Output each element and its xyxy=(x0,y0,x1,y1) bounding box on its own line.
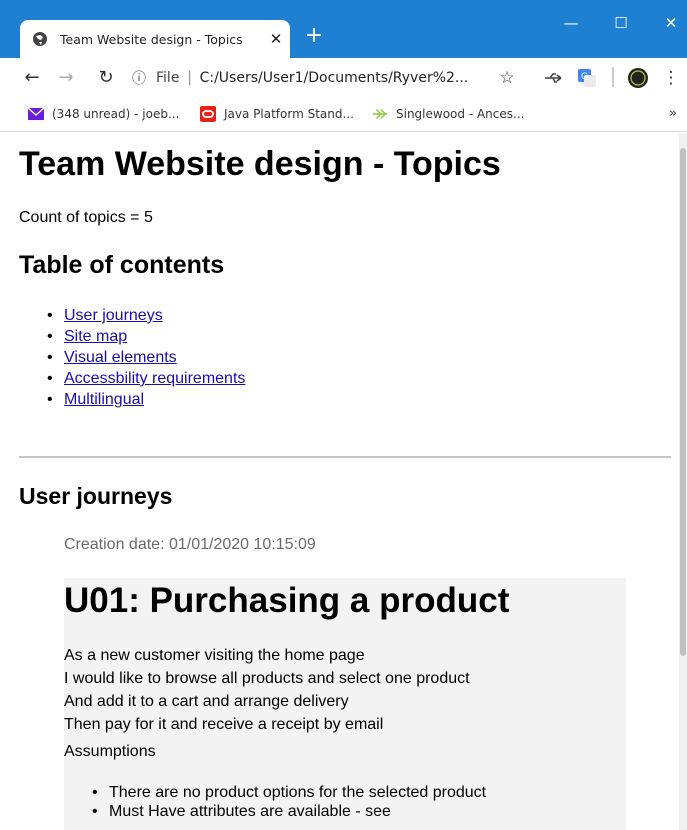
creation-date: Creation date: 01/01/2020 10:15:09 xyxy=(64,536,316,553)
oracle-icon xyxy=(200,106,216,122)
url-scheme: File xyxy=(156,70,180,86)
bookmark-item-mail[interactable]: (348 unread) - joeb... xyxy=(28,106,179,122)
browser-titlebar: Team Website design - Topics ✕ + — ☐ ✕ xyxy=(0,0,687,58)
toc-item: User journeys xyxy=(44,305,245,326)
address-bar[interactable]: ⓘ File | C:/Users/User1/Documents/Ryver%… xyxy=(128,64,528,92)
description-line: Then pay for it and receive a receipt by… xyxy=(64,716,384,733)
toc-link-site-map[interactable]: Site map xyxy=(64,328,127,345)
section-divider xyxy=(19,456,671,458)
toolbar-divider xyxy=(612,67,614,87)
topic-count: Count of topics = 5 xyxy=(19,209,153,226)
bookmark-item-java[interactable]: Java Platform Stand... xyxy=(200,106,354,122)
toc-item: Site map xyxy=(44,326,245,347)
toc-link-multilingual[interactable]: Multilingual xyxy=(64,391,144,408)
toc-item: Accessbility requirements xyxy=(44,368,245,389)
page-title: Team Website design - Topics xyxy=(19,145,501,183)
toc-link-accessibility[interactable]: Accessbility requirements xyxy=(64,370,245,387)
topic-card: U01: Purchasing a product As a new custo… xyxy=(64,578,626,830)
bookmark-label: Java Platform Stand... xyxy=(224,107,354,121)
toc-list: User journeys Site map Visual elements A… xyxy=(44,305,245,410)
scrollbar[interactable] xyxy=(679,133,687,830)
menu-kebab-icon[interactable]: ⋮ xyxy=(663,67,680,89)
toc-item: Visual elements xyxy=(44,347,245,368)
info-icon[interactable]: ⓘ xyxy=(128,68,150,88)
browser-toolbar: ← → ↻ ⓘ File | C:/Users/User1/Documents/… xyxy=(0,58,687,98)
scrollbar-thumb[interactable] xyxy=(680,148,686,656)
bookmarks-overflow-icon[interactable]: » xyxy=(669,106,677,121)
forward-button[interactable]: → xyxy=(52,64,80,92)
description-line: I would like to browse all products and … xyxy=(64,670,470,687)
assumption-item: There are no product options for the sel… xyxy=(89,783,486,802)
bookmark-item-ancestry[interactable]: Singlewood - Ances... xyxy=(372,106,524,122)
ancestry-icon xyxy=(372,106,388,122)
toc-link-user-journeys[interactable]: User journeys xyxy=(64,307,163,324)
reload-button[interactable]: ↻ xyxy=(92,64,120,92)
assumptions-label: Assumptions xyxy=(64,743,156,760)
description-line: And add it to a cart and arrange deliver… xyxy=(64,693,349,710)
bookmarks-bar: (348 unread) - joeb... Java Platform Sta… xyxy=(0,98,687,132)
svg-text:G: G xyxy=(581,72,588,82)
avatar[interactable] xyxy=(626,67,650,89)
browser-tab[interactable]: Team Website design - Topics ✕ xyxy=(20,20,290,58)
back-button[interactable]: ← xyxy=(18,64,46,92)
extension-usb-icon[interactable] xyxy=(542,67,566,89)
topic-description: As a new customer visiting the home page… xyxy=(64,644,470,736)
bookmark-label: Singlewood - Ances... xyxy=(396,107,525,121)
topic-heading: U01: Purchasing a product xyxy=(64,581,510,620)
toc-link-visual-elements[interactable]: Visual elements xyxy=(64,349,177,366)
mail-icon xyxy=(28,106,44,122)
description-line: As a new customer visiting the home page xyxy=(64,647,365,664)
toc-heading: Table of contents xyxy=(19,251,225,279)
tab-title: Team Website design - Topics xyxy=(60,31,243,47)
bookmark-label: (348 unread) - joeb... xyxy=(52,107,180,121)
translate-icon[interactable]: G xyxy=(576,67,598,89)
url-separator: | xyxy=(187,69,192,86)
url-text[interactable]: C:/Users/User1/Documents/Ryver%2... xyxy=(200,70,469,86)
new-tab-button[interactable]: + xyxy=(302,24,326,48)
assumption-item: Must Have attributes are available - see xyxy=(89,802,486,821)
tab-close-icon[interactable]: ✕ xyxy=(262,30,290,48)
maximize-button[interactable]: ☐ xyxy=(606,8,636,38)
minimize-button[interactable]: — xyxy=(556,8,586,38)
assumptions-list: There are no product options for the sel… xyxy=(89,783,486,821)
close-window-button[interactable]: ✕ xyxy=(656,8,686,38)
bookmark-star-icon[interactable]: ☆ xyxy=(496,67,518,89)
page-viewport: Team Website design - Topics Count of to… xyxy=(0,133,687,830)
globe-icon xyxy=(32,31,48,47)
section-heading: User journeys xyxy=(19,483,173,509)
toc-item: Multilingual xyxy=(44,389,245,410)
